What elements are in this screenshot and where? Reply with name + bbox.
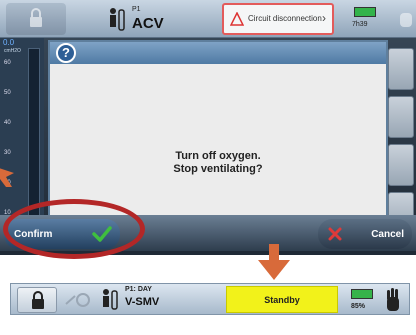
scale-tick: 30 xyxy=(4,150,11,156)
cancel-label: Cancel xyxy=(371,229,404,240)
side-menu xyxy=(386,42,416,234)
patient-icon xyxy=(103,289,118,310)
ventilation-mode: ACV xyxy=(132,15,164,32)
battery-status: 7h39 xyxy=(344,3,394,35)
warning-icon xyxy=(230,12,244,26)
chevron-right-icon: › xyxy=(322,11,326,25)
confirm-dialog: ? Turn off oxygen. Stop ventilating? xyxy=(48,40,388,228)
side-button-settings[interactable] xyxy=(388,96,414,138)
dialog-message-line2: Stop ventilating? xyxy=(173,163,263,175)
battery-icon xyxy=(351,289,373,299)
ventilation-mode: V-SMV xyxy=(125,296,160,308)
close-icon xyxy=(328,227,342,241)
alarm-message: Circuit disconnection xyxy=(248,14,322,23)
dialog-message: Turn off oxygen. Stop ventilating? xyxy=(50,150,386,176)
lock-button[interactable] xyxy=(6,3,66,35)
arrow-annotation-icon xyxy=(0,168,14,187)
patient-icon xyxy=(110,8,125,31)
battery-percent: 85% xyxy=(351,303,366,310)
alarm-silence-button[interactable] xyxy=(396,3,416,35)
lock-button[interactable] xyxy=(17,287,57,313)
help-icon: ? xyxy=(56,43,76,63)
status-bar-standby: P1: DAY V-SMV Standby 85% xyxy=(10,283,410,315)
cancel-button[interactable]: Cancel xyxy=(318,219,412,249)
dialog-message-line1: Turn off oxygen. xyxy=(175,150,261,162)
status-bar: P1 ACV Circuit disconnection › 7h39 xyxy=(0,0,416,38)
patient-info[interactable]: P1 ACV xyxy=(108,3,216,35)
side-button-alarms[interactable] xyxy=(388,144,414,186)
highlight-annotation xyxy=(3,199,145,259)
dialog-titlebar: ? xyxy=(50,42,386,64)
oxygen-icon xyxy=(65,293,90,307)
scale-tick: 50 xyxy=(4,90,11,96)
standby-status[interactable]: Standby xyxy=(226,286,338,313)
lock-icon xyxy=(32,291,44,309)
alarm-banner[interactable]: Circuit disconnection › xyxy=(222,3,334,35)
hand-icon xyxy=(400,13,412,27)
pressure-bar xyxy=(28,48,40,228)
pressure-value: 0.0 xyxy=(3,38,15,47)
hand-icon[interactable] xyxy=(381,287,405,313)
patient-label: P1 xyxy=(132,6,141,13)
arrow-down-icon xyxy=(258,244,290,280)
side-button-home[interactable] xyxy=(388,48,414,90)
battery-icon xyxy=(354,7,376,17)
lock-icon xyxy=(30,8,42,27)
battery-time: 7h39 xyxy=(352,21,368,28)
scale-tick: 60 xyxy=(4,60,11,66)
pressure-unit: cmH2O xyxy=(4,48,21,54)
patient-label: P1: DAY xyxy=(125,286,152,293)
scale-tick: 40 xyxy=(4,120,11,126)
